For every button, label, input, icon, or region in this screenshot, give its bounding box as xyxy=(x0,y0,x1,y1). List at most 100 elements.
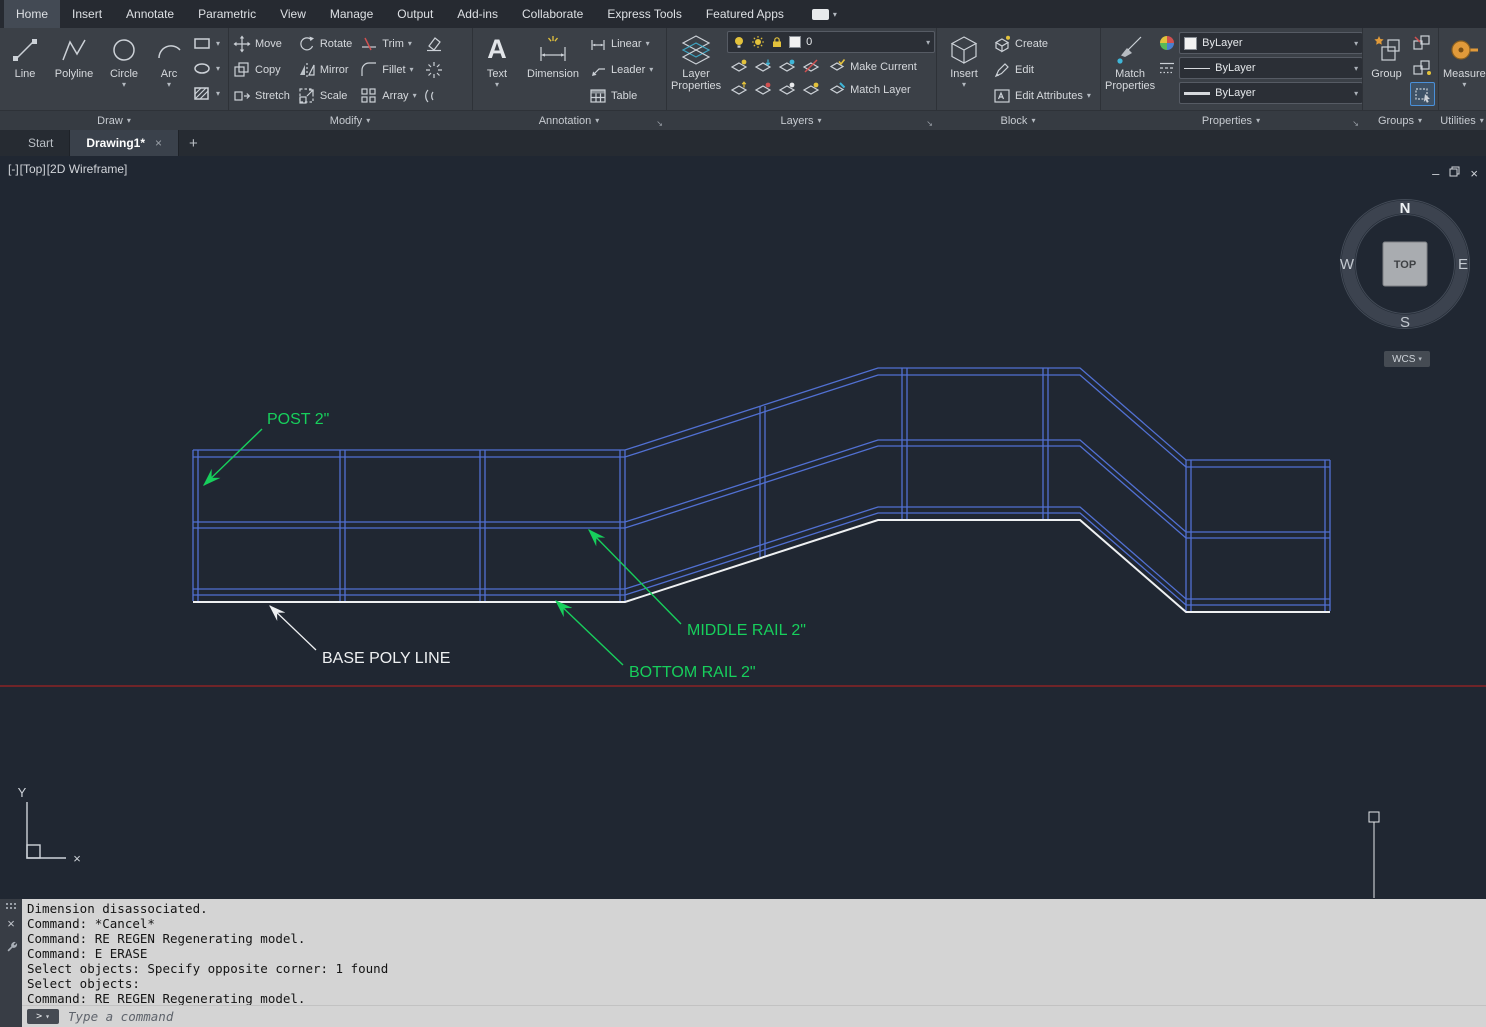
layer-freeze-all-icon[interactable] xyxy=(751,78,774,100)
compass-north: N xyxy=(1400,200,1411,217)
group-button[interactable]: Group xyxy=(1365,30,1408,81)
layer-properties-icon xyxy=(680,31,712,68)
layer-unisolate-icon[interactable] xyxy=(727,78,750,100)
measure-button[interactable]: Measure ▾ xyxy=(1441,30,1486,90)
make-current-button[interactable]: Make Current xyxy=(827,55,919,78)
ribbon: Line Polyline Circle ▾ Arc ▾ ▾ ▾ ▾ Draw … xyxy=(0,28,1486,130)
drawing-canvas[interactable]: [-] [Top] [2D Wireframe] – × WCS ▾ POST … xyxy=(0,156,1486,899)
trim-button[interactable]: Trim ▾ xyxy=(358,31,418,56)
rotate-button[interactable]: Rotate xyxy=(296,31,354,56)
linear-dimension-button[interactable]: Linear ▾ xyxy=(587,31,655,56)
command-prompt-icon[interactable]: > ▾ xyxy=(27,1009,59,1024)
ellipse-button[interactable]: ▾ xyxy=(191,58,222,79)
layer-select-dropdown[interactable]: 0 ▾ xyxy=(727,31,936,53)
block-panel-dropdown[interactable]: Block ▾ xyxy=(936,110,1100,130)
insert-block-button[interactable]: Insert ▾ xyxy=(939,30,989,90)
layer-isolate-icon[interactable] xyxy=(751,55,774,77)
tab-view[interactable]: View xyxy=(268,0,318,28)
move-button[interactable]: Move xyxy=(231,31,292,56)
linetype-list-icon[interactable] xyxy=(1159,60,1175,76)
minimize-icon[interactable]: – xyxy=(1432,167,1439,180)
command-history-line: Dimension disassociated. xyxy=(27,901,208,916)
wcs-dropdown[interactable]: WCS ▾ xyxy=(1384,351,1430,367)
command-strip: × xyxy=(0,899,22,1027)
close-icon[interactable]: × xyxy=(1470,167,1478,180)
command-drag-handle-icon[interactable] xyxy=(6,903,8,905)
table-button[interactable]: Table xyxy=(587,83,655,108)
ribbon-panel-draw: Line Polyline Circle ▾ Arc ▾ ▾ ▾ ▾ Draw … xyxy=(0,28,229,130)
group-edit-icon[interactable] xyxy=(1410,57,1433,79)
tab-express-tools[interactable]: Express Tools xyxy=(595,0,693,28)
viewcube[interactable]: TOP xyxy=(1382,241,1428,287)
arc-button[interactable]: Arc ▾ xyxy=(149,30,189,90)
layer-color-swatch xyxy=(789,36,802,48)
array-button[interactable]: Array ▾ xyxy=(358,83,418,108)
properties-panel-dropdown[interactable]: Properties ▾ ↘ xyxy=(1100,110,1362,130)
edit-block-button[interactable]: Edit xyxy=(991,57,1093,82)
command-close-icon[interactable]: × xyxy=(7,917,15,930)
tab-manage[interactable]: Manage xyxy=(318,0,385,28)
polyline-button[interactable]: Polyline xyxy=(49,30,99,81)
close-drawing-tab-icon[interactable]: × xyxy=(155,136,162,150)
dimension-button[interactable]: Dimension xyxy=(521,30,585,81)
tab-featured-apps[interactable]: Featured Apps xyxy=(694,0,796,28)
viewport-visual-style-control[interactable]: [2D Wireframe] xyxy=(47,162,128,176)
scale-button[interactable]: Scale xyxy=(296,83,354,108)
layer-lock-toggle-icon[interactable] xyxy=(799,55,822,77)
text-button[interactable]: A Text ▾ xyxy=(475,30,519,90)
erase-button[interactable] xyxy=(423,31,445,56)
restore-icon[interactable] xyxy=(1449,164,1460,182)
tab-add-ins[interactable]: Add-ins xyxy=(445,0,510,28)
groups-panel-dropdown[interactable]: Groups ▾ xyxy=(1362,110,1438,130)
layer-off-icon[interactable] xyxy=(727,55,750,77)
copy-button[interactable]: Copy xyxy=(231,57,292,82)
circle-button[interactable]: Circle ▾ xyxy=(101,30,147,90)
layers-panel-dropdown[interactable]: Layers ▾ ↘ xyxy=(666,110,936,130)
tab-output[interactable]: Output xyxy=(385,0,445,28)
command-history-line: Command: *Cancel* xyxy=(27,916,155,931)
color-wheel-icon[interactable] xyxy=(1159,35,1175,51)
command-input[interactable]: Type a command xyxy=(68,1009,173,1024)
tab-collaborate[interactable]: Collaborate xyxy=(510,0,595,28)
layer-turn-on-icon[interactable] xyxy=(775,78,798,100)
hatch-button[interactable]: ▾ xyxy=(191,83,222,104)
tab-insert[interactable]: Insert xyxy=(60,0,114,28)
layer-thaw-all-icon[interactable] xyxy=(799,78,822,100)
modify-panel-dropdown[interactable]: Modify ▾ xyxy=(228,110,472,130)
ungroup-icon[interactable] xyxy=(1410,32,1433,54)
lineweight-dropdown[interactable]: ByLayer ▾ xyxy=(1179,82,1362,104)
match-layer-button[interactable]: Match Layer xyxy=(827,78,919,101)
leader-button[interactable]: Leader ▾ xyxy=(587,57,655,82)
navigation-compass[interactable]: N W E S TOP xyxy=(1340,199,1470,332)
viewport-collapse-control[interactable]: [-] xyxy=(8,162,19,176)
match-properties-button[interactable]: Match Properties xyxy=(1103,30,1157,93)
create-block-button[interactable]: Create xyxy=(991,31,1093,56)
mirror-button[interactable]: Mirror xyxy=(296,57,354,82)
rectangle-button[interactable]: ▾ xyxy=(191,33,222,54)
customize-wrench-icon[interactable] xyxy=(5,939,18,958)
explode-button[interactable] xyxy=(423,57,445,82)
tab-home[interactable]: Home xyxy=(4,0,61,28)
stretch-button[interactable]: Stretch xyxy=(231,83,292,108)
linetype-dropdown[interactable]: ByLayer ▾ xyxy=(1179,57,1362,79)
object-color-dropdown[interactable]: ByLayer ▾ xyxy=(1179,32,1362,54)
lineweight-swatch xyxy=(1184,91,1211,95)
group-selection-toggle[interactable] xyxy=(1410,82,1435,106)
compass-south: S xyxy=(1400,314,1410,331)
fillet-button[interactable]: Fillet ▾ xyxy=(358,57,418,82)
ribbon-display-toggle[interactable]: ▾ xyxy=(811,0,837,28)
draw-panel-dropdown[interactable]: Draw ▾ xyxy=(0,110,228,130)
utilities-panel-dropdown[interactable]: Utilities ▾ xyxy=(1438,110,1486,130)
annotation-panel-dropdown[interactable]: Annotation ▾ ↘ xyxy=(472,110,666,130)
new-drawing-tab-button[interactable]: + xyxy=(179,130,208,156)
tab-parametric[interactable]: Parametric xyxy=(186,0,268,28)
viewport-view-control[interactable]: [Top] xyxy=(20,162,46,176)
offset-button[interactable] xyxy=(423,83,445,108)
layer-freeze-icon[interactable] xyxy=(775,55,798,77)
layer-properties-button[interactable]: Layer Properties xyxy=(669,30,723,93)
line-button[interactable]: Line xyxy=(3,30,47,81)
edit-attributes-button[interactable]: Edit Attributes ▾ xyxy=(991,83,1093,108)
tab-annotate[interactable]: Annotate xyxy=(114,0,186,28)
tab-drawing1[interactable]: Drawing1* × xyxy=(70,130,180,156)
tab-start[interactable]: Start xyxy=(12,130,71,156)
